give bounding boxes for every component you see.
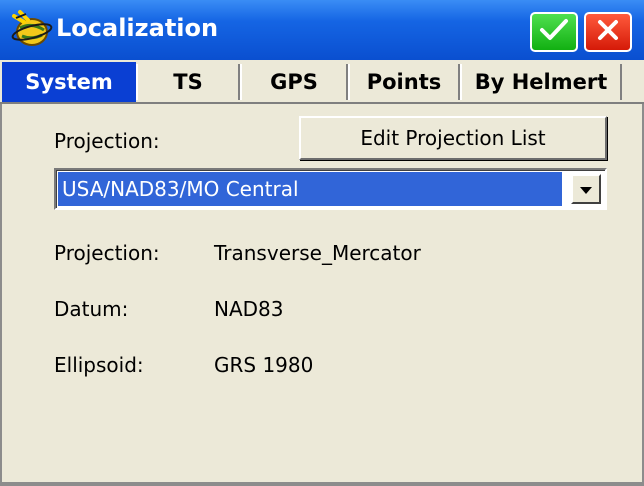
tab-ts[interactable]: TS [136,64,240,100]
tab-strip: System TS GPS Points By Helmert [0,60,644,104]
chevron-down-icon [579,180,593,199]
window-title: Localization [56,14,219,42]
close-icon [596,18,620,46]
tab-gps[interactable]: GPS [240,64,348,100]
projection-select[interactable]: USA/NAD83/MO Central [54,168,607,210]
dropdown-arrow-button[interactable] [571,174,601,204]
close-button[interactable] [584,12,632,52]
title-bar: Localization [0,0,644,60]
ellipsoid-value: GRS 1980 [214,353,314,377]
checkmark-icon [539,17,569,47]
tab-by-helmert[interactable]: By Helmert [460,64,622,100]
projection-select-value[interactable]: USA/NAD83/MO Central [58,172,562,206]
projection-type-label: Projection: [54,241,160,265]
edit-projection-list-button[interactable]: Edit Projection List [299,116,607,160]
tab-system[interactable]: System [2,62,136,102]
projection-type-value: Transverse_Mercator [214,241,421,265]
ok-button[interactable] [530,12,578,52]
ellipsoid-label: Ellipsoid: [54,353,144,377]
window-border-left [0,104,2,486]
datum-value: NAD83 [214,297,284,321]
window-border-bottom [0,482,644,486]
globe-satellite-icon [10,8,54,48]
projection-list-label: Projection: [54,129,160,153]
datum-label: Datum: [54,297,129,321]
tab-points[interactable]: Points [348,64,460,100]
